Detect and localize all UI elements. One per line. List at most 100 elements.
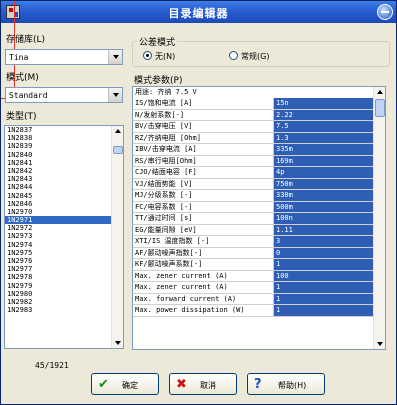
type-list-item[interactable]: 1N2846 xyxy=(5,200,123,208)
param-value[interactable]: 3 xyxy=(274,236,373,247)
param-row[interactable]: CJO/结面电容 [F] 4p xyxy=(133,167,385,179)
type-list-item[interactable]: 1N2843 xyxy=(5,175,123,183)
scroll-up-icon[interactable] xyxy=(112,126,123,136)
tolerance-general-radio[interactable]: 常规(G) xyxy=(229,51,269,62)
param-row[interactable]: Max. power dissipation (W) 1 xyxy=(133,305,385,317)
scroll-thumb[interactable] xyxy=(113,146,123,154)
type-list-item[interactable]: 1N2977 xyxy=(5,265,123,273)
param-row[interactable]: N/发射系数[-] 2.22 xyxy=(133,109,385,121)
type-list-item[interactable]: 1N2839 xyxy=(5,142,123,150)
library-select[interactable]: Tina xyxy=(5,49,123,65)
ok-button[interactable]: ✔ 确定 xyxy=(91,373,159,395)
param-row[interactable]: RS/串行电阻[Ohm] 169m xyxy=(133,155,385,167)
param-row[interactable]: RZ/齐纳电阻 [Ohm] 1.3 xyxy=(133,132,385,144)
param-row[interactable]: IBV/击穿电流 [A] 335m xyxy=(133,144,385,156)
param-row[interactable]: KF/颤动噪声系数[-] 1 xyxy=(133,259,385,271)
help-label: 帮助(H) xyxy=(278,381,307,390)
minimize-icon[interactable] xyxy=(377,4,393,20)
type-list-item[interactable]: 1N2978 xyxy=(5,273,123,281)
param-name: CJO/结面电容 [F] xyxy=(133,167,274,178)
param-value[interactable]: 1 xyxy=(274,259,373,270)
param-name: Max. power dissipation (W) xyxy=(133,305,274,316)
param-row[interactable]: Max. zener current (A) 100 xyxy=(133,270,385,282)
type-list-item[interactable]: 1N2844 xyxy=(5,183,123,191)
type-list[interactable]: 1N2837 1N2838 1N2839 1N2840 1N2841 1N2842 1N28… xyxy=(4,125,124,349)
type-list-item[interactable]: 1N2838 xyxy=(5,134,123,142)
type-list-item[interactable]: 1N2837 xyxy=(5,126,123,134)
tolerance-none-label: 无(N) xyxy=(155,52,176,61)
param-row[interactable]: MJ/分级系数 [-] 330m xyxy=(133,190,385,202)
type-label: 类型(T) xyxy=(6,112,37,122)
type-list-item[interactable]: 1N2974 xyxy=(5,241,123,249)
type-list-item[interactable]: 1N2841 xyxy=(5,159,123,167)
param-value[interactable]: 750m xyxy=(274,178,373,189)
param-name: FC/电容系数 [-] xyxy=(133,201,274,212)
scroll-thumb[interactable] xyxy=(375,99,385,117)
type-list-scrollbar[interactable] xyxy=(111,126,123,348)
param-name: RS/串行电阻[Ohm] xyxy=(133,155,274,166)
param-name: TT/通过时间 [s] xyxy=(133,213,274,224)
param-row[interactable]: Max. zener current (A) 1 xyxy=(133,282,385,294)
param-value[interactable]: 500m xyxy=(274,201,373,212)
chevron-down-icon[interactable] xyxy=(108,50,122,64)
type-list-item[interactable]: 1N2971 xyxy=(5,216,123,225)
param-value[interactable]: 7.5 xyxy=(274,121,373,132)
param-row[interactable]: AF/颤动噪声指数[-] 0 xyxy=(133,247,385,259)
param-value[interactable]: 4p xyxy=(274,167,373,178)
param-value[interactable]: 335m xyxy=(274,144,373,155)
type-list-item[interactable]: 1N2842 xyxy=(5,167,123,175)
type-list-item[interactable]: 1N2845 xyxy=(5,192,123,200)
param-name: XTI/IS 温度指数 [-] xyxy=(133,236,274,247)
scroll-down-icon[interactable] xyxy=(112,338,123,348)
param-name: MJ/分级系数 [-] xyxy=(133,190,274,201)
tolerance-general-label: 常规(G) xyxy=(241,52,270,61)
type-list-item[interactable]: 1N2983 xyxy=(5,306,123,314)
cross-icon: ✖ xyxy=(176,377,187,392)
type-list-item[interactable]: 1N2975 xyxy=(5,249,123,257)
scroll-up-icon[interactable] xyxy=(374,87,385,97)
param-value[interactable]: 1.11 xyxy=(274,224,373,235)
param-row[interactable]: EG/能量间隙 [eV] 1.11 xyxy=(133,224,385,236)
scroll-down-icon[interactable] xyxy=(374,339,385,349)
params-grid[interactable]: 用途: 齐纳 7.5 V IS/饱和电流 [A] 15n N/发射系数[-] 2.22… xyxy=(132,86,386,350)
window-title: 目录编辑器 xyxy=(168,7,229,20)
param-value[interactable]: 100 xyxy=(274,270,373,281)
params-usage: 用途: 齐纳 7.5 V xyxy=(135,88,197,96)
type-items: 1N2837 1N2838 1N2839 1N2840 1N2841 1N2842 1N28… xyxy=(5,126,123,314)
param-value[interactable]: 1 xyxy=(274,293,373,304)
param-value[interactable]: 15n xyxy=(274,98,373,109)
type-list-item[interactable]: 1N2840 xyxy=(5,151,123,159)
params-scrollbar[interactable] xyxy=(373,87,385,349)
param-value[interactable]: 330m xyxy=(274,190,373,201)
help-icon: ? xyxy=(254,377,262,392)
param-row[interactable]: TT/通过时间 [s] 100n xyxy=(133,213,385,225)
param-value[interactable]: 0 xyxy=(274,247,373,258)
param-value[interactable]: 1 xyxy=(274,282,373,293)
type-list-item[interactable]: 1N2972 xyxy=(5,224,123,232)
type-list-item[interactable]: 1N2970 xyxy=(5,208,123,216)
param-value[interactable]: 100n xyxy=(274,213,373,224)
cancel-button[interactable]: ✖ 取消 xyxy=(169,373,237,395)
type-list-item[interactable]: 1N2980 xyxy=(5,290,123,298)
param-row[interactable]: XTI/IS 温度指数 [-] 3 xyxy=(133,236,385,248)
param-value[interactable]: 1 xyxy=(274,305,373,316)
title-bar[interactable]: 目录编辑器 xyxy=(1,1,396,23)
model-value: Standard xyxy=(9,91,48,100)
type-list-item[interactable]: 1N2973 xyxy=(5,232,123,240)
help-button[interactable]: ? 帮助(H) xyxy=(247,373,325,395)
model-select[interactable]: Standard xyxy=(5,87,123,103)
param-row[interactable]: BV/击穿电压 [V] 7.5 xyxy=(133,121,385,133)
param-value[interactable]: 169m xyxy=(274,155,373,166)
param-value[interactable]: 2.22 xyxy=(274,109,373,120)
param-row[interactable]: VJ/结面势能 [V] 750m xyxy=(133,178,385,190)
param-row[interactable]: IS/饱和电流 [A] 15n xyxy=(133,98,385,110)
type-list-item[interactable]: 1N2982 xyxy=(5,298,123,306)
param-value[interactable]: 1.3 xyxy=(274,132,373,143)
chevron-down-icon[interactable] xyxy=(108,88,122,102)
param-row[interactable]: Max. forward current (A) 1 xyxy=(133,293,385,305)
type-list-item[interactable]: 1N2979 xyxy=(5,282,123,290)
param-row[interactable]: FC/电容系数 [-] 500m xyxy=(133,201,385,213)
tolerance-none-radio[interactable]: 无(N) xyxy=(143,51,175,62)
type-list-item[interactable]: 1N2976 xyxy=(5,257,123,265)
param-name: N/发射系数[-] xyxy=(133,109,274,120)
